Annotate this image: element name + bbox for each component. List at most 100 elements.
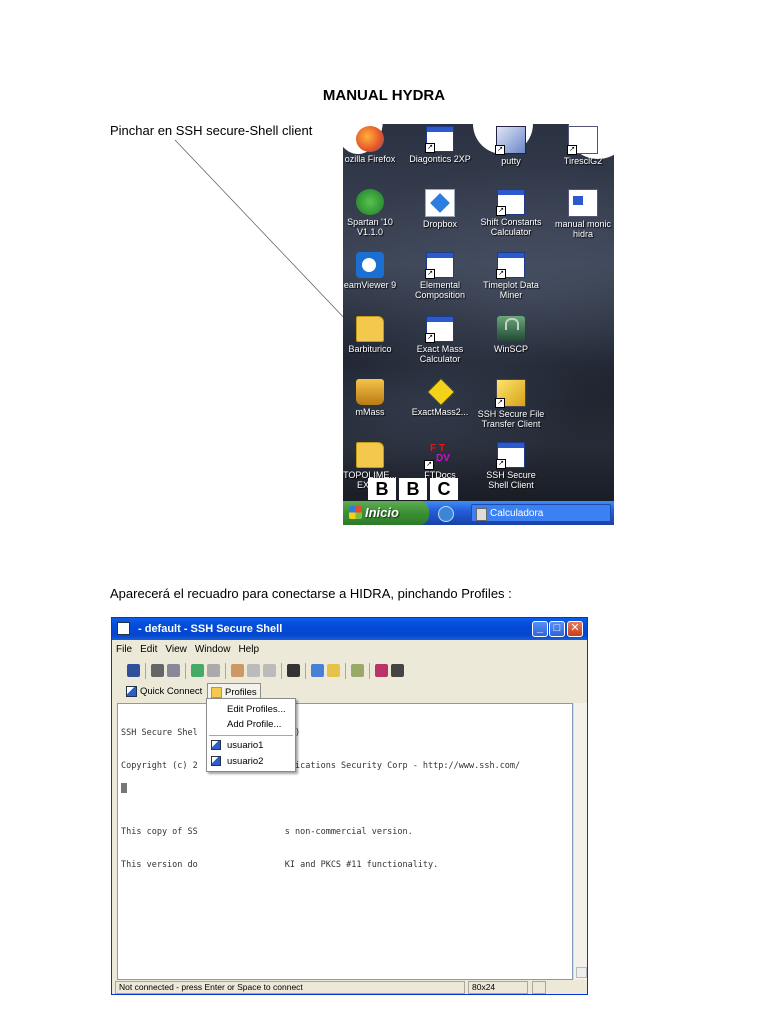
menu-separator [209,735,293,736]
desktop-icon-label: eamViewer 9 [343,280,397,290]
close-button[interactable]: ✕ [567,621,583,637]
shortcut-icon: ↗ [425,126,454,153]
terminal-area[interactable]: SSH Secure Shel 3) Copyright (c) 2 unica… [117,703,573,980]
help-book-icon[interactable] [375,664,388,677]
terminal-line: Copyright (c) 2 unications Security Corp… [121,761,521,771]
document-icon [568,189,598,217]
putty-icon: ↗ [495,126,526,155]
desktop-icon-spartan[interactable]: Spartan '10 V1.1.0 [343,189,405,237]
desktop-icon-manual-hidra[interactable]: manual monic hidra [548,189,614,239]
new-file-transfer-icon[interactable] [207,664,220,677]
quick-connect-button[interactable]: Quick Connect [123,683,205,701]
desktop-icon-label: ExactMass2... [411,407,469,417]
desktop-icon-tiresclg2[interactable]: ↗ TiresclG2 [548,126,614,166]
connection-status: Not connected - press Enter or Space to … [115,981,465,994]
maximize-button[interactable]: □ [549,621,565,637]
bbc-logo: B B C [368,478,458,500]
menu-item-edit-profiles[interactable]: Edit Profiles... [207,702,295,717]
bbc-letter: C [430,478,458,500]
desktop-icon-label: WinSCP [493,344,528,354]
exactmass-icon [426,377,456,407]
settings-icon[interactable] [351,664,364,677]
mmass-icon [356,379,384,405]
ssh-client-icon: ↗ [496,442,525,469]
desktop-icon-putty[interactable]: ↗ putty [476,126,546,166]
winscp-icon [497,316,525,342]
folder-icon [211,687,222,698]
terminal-line: This version do KI and PKCS #11 function… [121,860,439,870]
profiles-dropdown-menu: Edit Profiles... Add Profile... usuario1… [206,698,296,772]
profile-label: usuario2 [227,756,264,767]
instruction-step-2: Aparecerá el recuadro para conectarse a … [110,586,512,601]
desktop-icon-firefox[interactable]: ozilla Firefox [343,126,405,164]
desktop-icon-timeplot[interactable]: ↗ Timeplot Data Miner [476,252,546,300]
window-title: - default - SSH Secure Shell [138,623,283,635]
new-terminal-icon[interactable] [191,664,204,677]
window-titlebar: - default - SSH Secure Shell _ □ ✕ [112,618,587,640]
quick-connect-icon[interactable] [311,664,324,677]
menu-bar: File Edit View Window Help [112,641,587,659]
desktop-icon-dropbox[interactable]: Dropbox [405,189,475,229]
paste-special-icon[interactable] [263,664,276,677]
copy-icon[interactable] [231,664,244,677]
vertical-scrollbar[interactable] [573,703,587,980]
menu-item-profile-usuario1[interactable]: usuario1 [207,738,295,753]
toolbar-separator [225,663,226,679]
desktop-icon-winscp[interactable]: WinSCP [476,316,546,354]
paste-icon[interactable] [247,664,260,677]
firefox-icon [356,126,384,152]
desktop-icon-barbiturico[interactable]: Barbiturico [343,316,405,354]
find-icon[interactable] [287,664,300,677]
desktop-icon-ftdocs[interactable]: F T DV ↗ FTDocs [405,442,475,480]
instruction-step-1: Pinchar en SSH secure-Shell client [110,123,313,138]
desktop-icon-exact-mass[interactable]: ↗ Exact Mass Calculator [405,316,475,364]
save-icon[interactable] [127,664,140,677]
desktop-icon-ssh-secure-shell-client[interactable]: ↗ SSH Secure Shell Client [476,442,546,490]
desktop-icon-label: SSH Secure File Transfer Client [477,409,545,429]
menu-help[interactable]: Help [234,641,263,659]
profile-icon [211,740,221,750]
profiles-icon[interactable] [327,664,340,677]
menu-file[interactable]: File [112,641,136,659]
menu-view[interactable]: View [161,641,191,659]
teamviewer-icon [356,252,384,278]
profiles-label: Profiles [225,687,257,698]
window-icon: ↗ [425,316,454,343]
menu-item-add-profile[interactable]: Add Profile... [207,717,295,732]
desktop-icon-label: manual monic hidra [554,219,612,239]
quick-connect-icon [126,686,137,697]
desktop-icon-shift-constants[interactable]: ↗ Shift Constants Calculator [476,189,546,237]
toolbar-separator [185,663,186,679]
context-help-icon[interactable] [391,664,404,677]
desktop-icon-label: Barbiturico [348,344,392,354]
terminal-line: This copy of SS s non-commercial version… [121,827,413,837]
menu-item-profile-usuario2[interactable]: usuario2 [207,754,295,769]
start-button[interactable]: Inicio [343,501,429,525]
desktop-icon-mmass[interactable]: mMass [343,379,405,417]
desktop-icon-teamviewer[interactable]: eamViewer 9 [343,252,405,290]
desktop-icon-exactmass2[interactable]: ExactMass2... [405,377,475,417]
print-preview-icon[interactable] [167,664,180,677]
toolbar-separator [369,663,370,679]
document-title: MANUAL HYDRA [322,87,446,104]
taskbar-item-calculadora[interactable]: Calculadora [471,504,611,522]
desktop-icon-ssh-file-transfer[interactable]: ↗ SSH Secure File Transfer Client [476,379,546,429]
desktop-icon-elemental-composition[interactable]: ↗ Elemental Composition [405,252,475,300]
window-icon: ↗ [496,189,525,216]
terminal-line: SSH Secure Shel 3) [121,728,300,738]
ssh-app-icon [117,622,130,635]
internet-explorer-icon[interactable] [438,506,454,522]
minimize-button[interactable]: _ [532,621,548,637]
taskbar: Inicio Calculadora [343,501,614,525]
menu-window[interactable]: Window [191,641,235,659]
spartan-icon [356,189,384,215]
lock-icon [532,981,546,994]
menu-edit[interactable]: Edit [136,641,161,659]
print-icon[interactable] [151,664,164,677]
window-icon: ↗ [425,252,454,279]
desktop-icon-diagontics[interactable]: ↗ Diagontics 2XP [405,126,475,164]
desktop-icon-label: SSH Secure Shell Client [486,470,536,490]
toolbar [115,661,581,681]
toolbar-separator [145,663,146,679]
